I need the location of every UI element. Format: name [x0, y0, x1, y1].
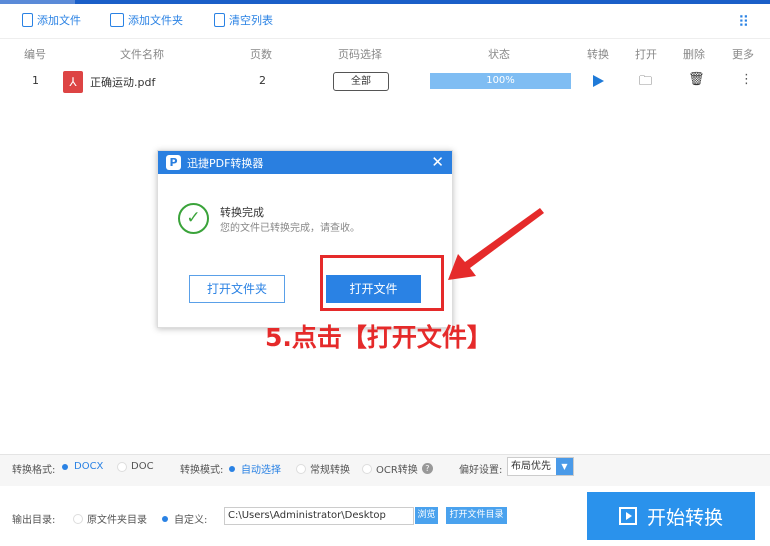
pref-select[interactable]: 布局优先 ▼ — [507, 457, 574, 476]
radio-label: 自动选择 — [241, 465, 281, 476]
start-convert-button[interactable]: 开始转换 — [587, 492, 755, 540]
output-path-input[interactable]: C:\Users\Administrator\Desktop — [224, 507, 414, 525]
close-icon[interactable]: ✕ — [431, 153, 444, 171]
radio-label: 常规转换 — [310, 465, 350, 476]
pref-label: 偏好设置: — [459, 465, 503, 476]
mode-ocr-radio[interactable]: OCR转换? — [362, 461, 433, 476]
col-pages: 页数 — [250, 48, 272, 61]
dialog-title: 迅捷PDF转换器 — [187, 156, 264, 170]
clear-list-button[interactable]: 清空列表 — [214, 12, 273, 28]
arrow-icon — [448, 208, 544, 280]
progress-bar: 100% — [430, 73, 571, 89]
trash-icon — [214, 13, 225, 27]
output-original-radio[interactable]: 原文件夹目录 — [73, 511, 147, 526]
radio-label: 自定义: — [174, 515, 208, 526]
radio-label: 原文件夹目录 — [87, 515, 147, 526]
progress-label: 100% — [430, 73, 571, 89]
radio — [296, 463, 306, 474]
col-convert: 转换 — [587, 48, 609, 61]
radio-selected — [60, 462, 70, 472]
trash-icon[interactable]: 🗑 — [688, 72, 705, 87]
mode-normal-radio[interactable]: 常规转换 — [296, 461, 350, 476]
radio — [73, 513, 83, 524]
app-logo-icon: P — [166, 155, 181, 170]
add-file-icon — [22, 13, 33, 27]
open-folder-icon[interactable]: 🗀 — [639, 72, 652, 94]
col-open: 打开 — [635, 48, 657, 61]
instruction-annotation: 5.点击【打开文件】 — [265, 323, 492, 352]
pref-value: 布局优先 — [511, 461, 551, 472]
help-icon[interactable]: ? — [421, 463, 433, 474]
dialog-message: 您的文件已转换完成，请查收。 — [220, 223, 360, 234]
row-index: 1 — [32, 74, 39, 87]
mode-label: 转换模式: — [180, 465, 224, 476]
play-icon — [618, 507, 637, 525]
divider — [0, 38, 770, 39]
format-docx-radio[interactable]: DOCX — [60, 461, 103, 472]
col-index: 编号 — [24, 48, 46, 61]
radio — [117, 461, 127, 472]
add-folder-icon — [110, 13, 124, 27]
pdf-icon: ⅄ — [63, 71, 83, 93]
browse-button[interactable]: 浏览 — [415, 507, 438, 524]
radio-label: DOCX — [74, 461, 104, 472]
col-delete: 删除 — [683, 48, 705, 61]
format-doc-radio[interactable]: DOC — [117, 461, 154, 472]
radio-label: OCR转换 — [376, 465, 418, 476]
add-folder-button[interactable]: 添加文件夹 — [110, 12, 183, 28]
check-icon: ✓ — [178, 203, 209, 234]
row-pages: 2 — [259, 74, 266, 87]
file-name: 正确运动.pdf — [90, 76, 156, 89]
open-folder-button[interactable]: 打开文件夹 — [189, 275, 285, 303]
col-more: 更多 — [732, 48, 754, 61]
col-page-select: 页码选择 — [338, 48, 382, 61]
radio — [362, 463, 372, 474]
output-custom-radio[interactable]: 自定义: — [160, 511, 207, 526]
col-status: 状态 — [488, 48, 510, 61]
arrow-annotation — [448, 208, 544, 280]
grid-view-icon[interactable]: ⠿ — [738, 13, 749, 31]
mode-auto-radio[interactable]: 自动选择 — [227, 461, 281, 476]
title-bar — [0, 0, 770, 4]
radio-selected — [227, 464, 237, 474]
start-label: 开始转换 — [646, 506, 723, 529]
open-dir-button[interactable]: 打开文件目录 — [446, 507, 507, 524]
dialog-title-bar: P 迅捷PDF转换器 — [158, 151, 452, 174]
dialog-heading: 转换完成 — [220, 206, 264, 219]
col-name: 文件名称 — [120, 48, 164, 61]
output-label: 输出目录: — [12, 515, 56, 526]
play-icon[interactable] — [593, 75, 604, 87]
format-label: 转换格式: — [12, 465, 56, 476]
add-file-button[interactable]: 添加文件 — [22, 12, 81, 28]
radio-selected — [160, 514, 170, 524]
more-icon[interactable]: ⋮ — [740, 72, 753, 87]
page-select-button[interactable]: 全部 — [333, 72, 389, 91]
radio-label: DOC — [131, 461, 154, 472]
chevron-down-icon: ▼ — [556, 458, 573, 475]
highlight-box — [320, 255, 444, 311]
